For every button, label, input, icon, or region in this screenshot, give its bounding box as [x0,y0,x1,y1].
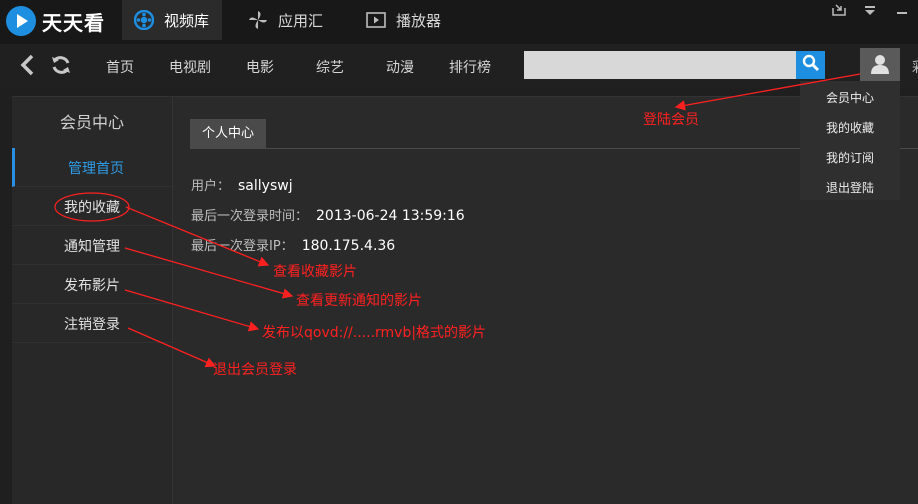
logout-arrow [127,327,217,368]
annotation-notifications: 查看更新通知的影片 [296,293,422,309]
annotation-arrows [54,73,861,368]
favorites-highlight-circle [54,192,130,222]
annotation-logout: 退出会员登录 [213,362,297,378]
annotation-favorites: 查看收藏影片 [273,264,357,280]
favorites-arrow [125,206,270,267]
publish-arrow [124,289,260,332]
login-arrow [674,73,861,111]
annotation-publish: 发布以qovd://.....rmvb|格式的影片 [262,325,487,341]
annotation-login: 登陆会员 [643,112,699,128]
notifications-arrow [124,247,294,299]
